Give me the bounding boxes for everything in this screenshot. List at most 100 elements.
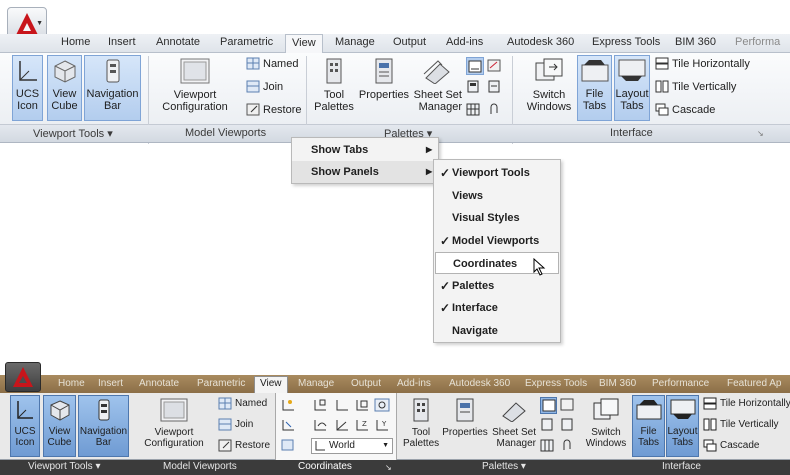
menu-item-show-tabs[interactable]: Show Tabs ▶ [292, 139, 438, 161]
layer-properties-button[interactable] [466, 103, 480, 116]
panel-title-interface[interactable]: Interface [662, 461, 701, 472]
tab-express-tools[interactable]: Express Tools [592, 36, 660, 48]
markup-set-manager-button[interactable] [560, 398, 574, 411]
ucs-z-icon[interactable]: Z [354, 418, 370, 432]
file-tabs-button[interactable]: File Tabs [632, 395, 665, 457]
properties-button[interactable]: Properties [356, 55, 412, 121]
tab-view[interactable]: View [254, 376, 288, 393]
markup-set-manager-button[interactable] [487, 59, 501, 72]
ucs-world-icon[interactable] [312, 398, 328, 412]
panel-title-coordinates[interactable]: Coordinates [298, 461, 352, 472]
tab-output[interactable]: Output [351, 378, 381, 389]
ucs-y-icon[interactable]: Y [374, 418, 390, 432]
join-viewports-button[interactable]: Join [246, 80, 283, 93]
command-line-toggle[interactable] [540, 397, 557, 414]
tab-parametric[interactable]: Parametric [197, 378, 245, 389]
panel-title-model-viewports[interactable]: Model Viewports [185, 127, 266, 139]
properties-button[interactable]: Properties [440, 395, 490, 457]
ucs-world-combo[interactable]: World ▼ [311, 438, 393, 454]
named-viewports-button[interactable]: Named [246, 57, 298, 70]
external-references-button[interactable] [560, 439, 574, 452]
submenu-item-palettes[interactable]: ✓ Palettes [434, 275, 560, 297]
ucs-x-rotate-icon[interactable] [280, 418, 296, 432]
submenu-item-viewport-tools[interactable]: ✓ Viewport Tools [434, 162, 560, 184]
submenu-item-coordinates[interactable]: Coordinates [435, 252, 559, 276]
tab-featured-apps[interactable]: Featured Ap [727, 378, 781, 389]
panel-title-palettes[interactable]: Palettes ▾ [482, 461, 526, 472]
application-menu-button[interactable] [5, 362, 41, 392]
sheet-set-manager-button[interactable]: Sheet Set Manager [490, 395, 536, 457]
tab-express-tools[interactable]: Express Tools [525, 378, 587, 389]
tool-palettes-button[interactable]: Tool Palettes [314, 55, 354, 121]
view-cube-button[interactable]: View Cube [43, 395, 76, 457]
panel-launcher-icon[interactable]: ↘ [385, 463, 392, 472]
submenu-item-navigate[interactable]: Navigate [434, 320, 560, 342]
panel-title-viewport-tools[interactable]: Viewport Tools ▾ [28, 461, 100, 472]
sheet-set-manager-button[interactable]: Sheet Set Manager [412, 55, 462, 121]
viewport-configuration-button[interactable]: Viewport Configuration [155, 55, 235, 121]
tab-home[interactable]: Home [61, 36, 90, 48]
design-center-button[interactable] [540, 418, 554, 431]
quickcalc-button[interactable] [487, 80, 501, 93]
quickcalc-button[interactable] [560, 418, 574, 431]
ucs-icon-button[interactable]: UCS Icon [12, 55, 43, 121]
ucs-view-icon[interactable] [374, 398, 390, 412]
layer-properties-button[interactable] [540, 439, 554, 452]
panel-title-interface[interactable]: Interface [610, 127, 653, 139]
submenu-item-model-viewports[interactable]: ✓ Model Viewports [434, 230, 560, 252]
ucs-previous-icon[interactable] [334, 398, 350, 412]
panel-title-viewport-tools[interactable]: Viewport Tools ▾ [33, 127, 113, 140]
tab-manage[interactable]: Manage [298, 378, 334, 389]
tool-palettes-button[interactable]: Tool Palettes [403, 395, 439, 457]
join-viewports-button[interactable]: Join [218, 418, 253, 431]
tab-autodesk-360[interactable]: Autodesk 360 [507, 36, 574, 48]
tab-annotate[interactable]: Annotate [139, 378, 179, 389]
tab-bim-360[interactable]: BIM 360 [675, 36, 716, 48]
layout-tabs-button[interactable]: Layout Tabs [666, 395, 699, 457]
tab-home[interactable]: Home [58, 378, 85, 389]
tile-vertically-button[interactable]: Tile Vertically [703, 418, 779, 431]
tile-horizontally-button[interactable]: Tile Horizontally [703, 397, 790, 410]
submenu-item-visual-styles[interactable]: Visual Styles [434, 207, 560, 229]
tab-insert[interactable]: Insert [98, 378, 123, 389]
tab-add-ins[interactable]: Add-ins [397, 378, 431, 389]
restore-viewports-button[interactable]: Restore [218, 439, 270, 452]
view-cube-button[interactable]: View Cube [47, 55, 82, 121]
ucs-named-icon[interactable] [280, 438, 296, 452]
tab-insert[interactable]: Insert [108, 36, 136, 48]
restore-viewports-button[interactable]: Restore [246, 103, 302, 116]
tile-horizontally-button[interactable]: Tile Horizontally [655, 57, 750, 70]
command-line-toggle[interactable] [466, 57, 484, 75]
tile-vertically-button[interactable]: Tile Vertically [655, 80, 736, 93]
ucs-3point-icon[interactable] [334, 418, 350, 432]
external-references-button[interactable] [487, 103, 501, 116]
submenu-item-views[interactable]: Views [434, 185, 560, 207]
tab-performance[interactable]: Performance [652, 378, 709, 389]
viewport-configuration-button[interactable]: Viewport Configuration [138, 395, 210, 457]
tab-manage[interactable]: Manage [335, 36, 375, 48]
menu-item-show-panels[interactable]: Show Panels ▶ [292, 161, 438, 183]
layout-tabs-button[interactable]: Layout Tabs [614, 55, 650, 121]
ucs-face-icon[interactable] [354, 398, 370, 412]
named-viewports-button[interactable]: Named [218, 397, 267, 410]
navigation-bar-button[interactable]: Navigation Bar [78, 395, 129, 457]
panel-title-model-viewports[interactable]: Model Viewports [163, 461, 237, 472]
tab-bim-360[interactable]: BIM 360 [599, 378, 636, 389]
ucs-origin-icon[interactable] [280, 398, 296, 412]
tab-add-ins[interactable]: Add-ins [446, 36, 483, 48]
ucs-z-axis-icon[interactable] [312, 418, 328, 432]
tab-performance[interactable]: Performa [735, 36, 780, 48]
submenu-item-interface[interactable]: ✓ Interface [434, 297, 560, 319]
tab-output[interactable]: Output [393, 36, 426, 48]
tab-view[interactable]: View [285, 34, 323, 54]
tab-autodesk-360[interactable]: Autodesk 360 [449, 378, 510, 389]
cascade-button[interactable]: Cascade [703, 439, 759, 452]
design-center-button[interactable] [466, 80, 480, 93]
cascade-button[interactable]: Cascade [655, 103, 715, 116]
tab-annotate[interactable]: Annotate [156, 36, 200, 48]
tab-parametric[interactable]: Parametric [220, 36, 273, 48]
switch-windows-button[interactable]: Switch Windows [524, 55, 574, 121]
switch-windows-button[interactable]: Switch Windows [584, 395, 628, 457]
file-tabs-button[interactable]: File Tabs [577, 55, 612, 121]
ucs-icon-button[interactable]: UCS Icon [10, 395, 40, 457]
